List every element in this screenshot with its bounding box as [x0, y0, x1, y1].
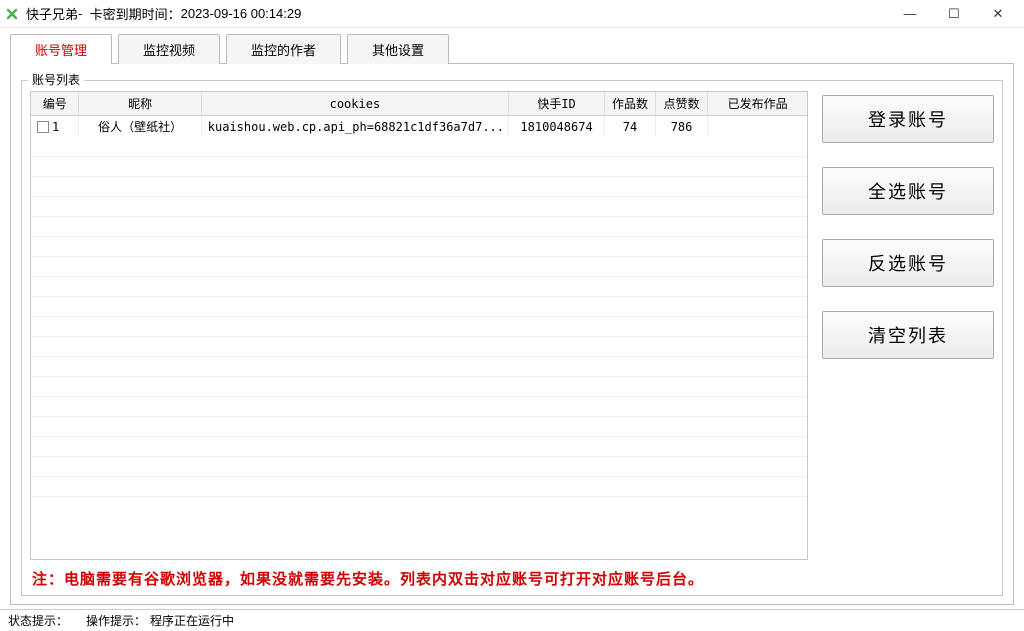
col-header-ksid[interactable]: 快手ID [509, 92, 605, 116]
panel-title: 账号列表 [28, 71, 84, 88]
title-expiry-label: 卡密到期时间： [90, 4, 181, 23]
col-header-works[interactable]: 作品数 [605, 92, 656, 116]
app-icon [4, 6, 20, 22]
minimize-button[interactable]: — [888, 0, 932, 28]
cell-likes: 786 [655, 116, 707, 138]
tabs: 账号管理 监控视频 监控的作者 其他设置 [10, 34, 1014, 64]
tab-label: 其他设置 [372, 40, 424, 59]
table-empty-area [31, 137, 807, 559]
cell-id: 1 [31, 116, 79, 138]
col-header-likes[interactable]: 点赞数 [655, 92, 707, 116]
status-op-label: 操作提示： [86, 612, 146, 629]
tab-label: 监控的作者 [251, 40, 316, 59]
cell-cookies: kuaishou.web.cp.api_ph=68821c1df36a7d7..… [201, 116, 508, 138]
cell-nickname: 俗人（壁纸社） [79, 116, 201, 138]
tab-label: 监控视频 [143, 40, 195, 59]
footer-note: 注：电脑需要有谷歌浏览器，如果没就需要先安装。列表内双击对应账号可打开对应账号后… [30, 560, 994, 591]
tab-other-settings[interactable]: 其他设置 [347, 34, 449, 64]
account-list-panel: 账号列表 编号 昵称 cookies 快手ID [21, 80, 1003, 596]
col-header-cookies[interactable]: cookies [201, 92, 508, 116]
status-op-value: 程序正在运行中 [150, 612, 234, 629]
maximize-button[interactable]: ☐ [932, 0, 976, 28]
table-header-row: 编号 昵称 cookies 快手ID 作品数 点赞数 已发布作品 [31, 92, 807, 116]
select-all-button[interactable]: 全选账号 [822, 167, 994, 215]
cell-ksid: 1810048674 [509, 116, 605, 138]
tab-panel: 账号列表 编号 昵称 cookies 快手ID [10, 63, 1014, 605]
cell-works: 74 [605, 116, 656, 138]
col-header-id[interactable]: 编号 [31, 92, 79, 116]
close-button[interactable]: ✕ [976, 0, 1020, 28]
tab-label: 账号管理 [35, 40, 87, 59]
cell-id-text: 1 [52, 120, 59, 134]
col-header-nickname[interactable]: 昵称 [79, 92, 201, 116]
invert-select-button[interactable]: 反选账号 [822, 239, 994, 287]
tab-monitor-video[interactable]: 监控视频 [118, 34, 220, 64]
title-app-name: 快子兄弟 [26, 4, 78, 23]
table-row[interactable]: 1 俗人（壁纸社） kuaishou.web.cp.api_ph=68821c1… [31, 116, 807, 138]
login-account-button[interactable]: 登录账号 [822, 95, 994, 143]
cell-published [708, 116, 807, 138]
title-expiry-value: 2023-09-16 00:14:29 [181, 6, 302, 21]
titlebar: 快子兄弟 - 卡密到期时间： 2023-09-16 00:14:29 — ☐ ✕ [0, 0, 1024, 28]
status-bar: 状态提示： 操作提示： 程序正在运行中 [0, 609, 1024, 631]
clear-list-button[interactable]: 清空列表 [822, 311, 994, 359]
status-state-label: 状态提示： [8, 612, 68, 629]
account-table[interactable]: 编号 昵称 cookies 快手ID 作品数 点赞数 已发布作品 [30, 91, 808, 560]
tab-monitor-author[interactable]: 监控的作者 [226, 34, 341, 64]
row-checkbox[interactable] [37, 121, 49, 133]
col-header-published[interactable]: 已发布作品 [708, 92, 807, 116]
tab-account-manage[interactable]: 账号管理 [10, 34, 112, 64]
action-buttons: 登录账号 全选账号 反选账号 清空列表 [822, 91, 994, 560]
